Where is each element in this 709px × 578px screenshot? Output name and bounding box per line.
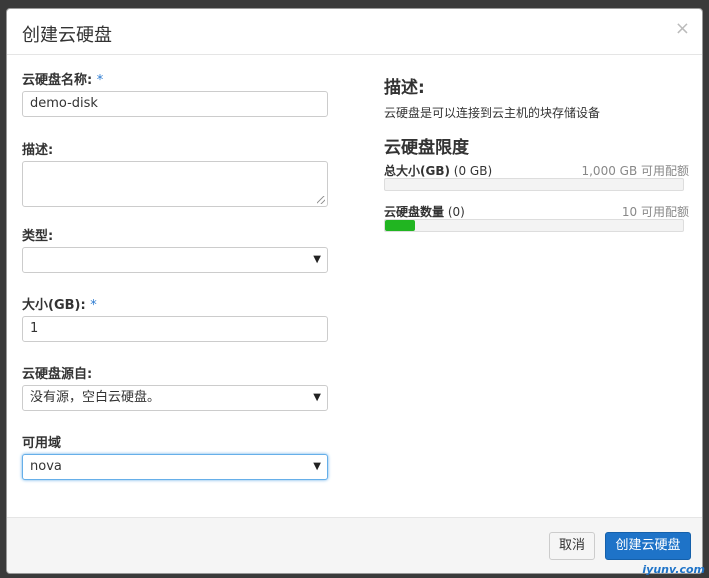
volume-name-input[interactable]: demo-disk — [22, 91, 328, 117]
required-marker: * — [96, 73, 104, 88]
size-label: 大小(GB): * — [22, 294, 332, 313]
type-label: 类型: — [22, 229, 54, 244]
resize-grip-icon[interactable] — [317, 196, 325, 204]
dialog-title: 创建云硬盘 — [22, 25, 112, 46]
quota-available: 1,000 GB 可用配额 — [581, 164, 689, 178]
source-value: 没有源，空白云硬盘。 — [30, 390, 161, 405]
required-marker: * — [90, 298, 97, 313]
description-text: 云硬盘是可以连接到云主机的块存储设备 — [384, 106, 601, 120]
description-heading: 描述: — [384, 78, 425, 98]
watermark-logo: iyunv.com — [642, 563, 705, 576]
chevron-down-icon: ▼ — [313, 392, 321, 403]
quota-row-total-size: 总大小(GB) (0 GB) 1,000 GB 可用配额 — [384, 162, 689, 178]
size-label-text: 大小(GB): — [22, 298, 86, 313]
name-label-text: 云硬盘名称: — [22, 73, 93, 88]
chevron-down-icon: ▼ — [313, 254, 321, 265]
name-label: 云硬盘名称: * — [22, 69, 332, 88]
quota-progress-bar — [384, 219, 684, 232]
quota-bar-fill — [385, 220, 415, 231]
quota-row-volume-count: 云硬盘数量 (0) 10 可用配额 — [384, 203, 689, 219]
type-select[interactable]: ▼ — [22, 247, 328, 273]
create-volume-button[interactable]: 创建云硬盘 — [605, 532, 691, 560]
quota-used: (0 GB) — [453, 164, 493, 178]
quota-label: 总大小(GB) (0 GB) — [384, 162, 492, 179]
quota-progress-bar — [384, 178, 684, 191]
volume-limits-heading: 云硬盘限度 — [384, 138, 469, 158]
zone-value: nova — [30, 459, 62, 474]
quota-available: 10 可用配额 — [621, 205, 689, 219]
cancel-button[interactable]: 取消 — [549, 532, 595, 560]
quota-label: 云硬盘数量 (0) — [384, 203, 465, 220]
chevron-down-icon: ▼ — [313, 461, 321, 472]
source-label: 云硬盘源自: — [22, 367, 93, 382]
quota-name: 云硬盘数量 — [384, 205, 445, 219]
availability-zone-select[interactable]: nova ▼ — [22, 454, 328, 480]
availability-zone-label: 可用域 — [22, 436, 62, 451]
create-volume-dialog: 创建云硬盘 × 云硬盘名称: * demo-disk 描述: 类型: ▼ 大小(… — [6, 8, 703, 574]
close-icon[interactable]: × — [675, 19, 690, 39]
quota-used: (0) — [447, 205, 465, 219]
dialog-header: 创建云硬盘 × — [7, 9, 702, 55]
dialog-footer: 取消 创建云硬盘 — [7, 517, 702, 573]
quota-name: 总大小(GB) — [384, 164, 450, 178]
description-label: 描述: — [22, 143, 54, 158]
volume-source-select[interactable]: 没有源，空白云硬盘。 ▼ — [22, 385, 328, 411]
size-input[interactable]: 1 — [22, 316, 328, 342]
description-textarea[interactable] — [22, 161, 328, 207]
info-panel: 描述: 云硬盘是可以连接到云主机的块存储设备 云硬盘限度 总大小(GB) (0 … — [384, 73, 689, 244]
volume-form: 云硬盘名称: * demo-disk 描述: 类型: ▼ 大小(GB): * 1… — [22, 69, 332, 501]
